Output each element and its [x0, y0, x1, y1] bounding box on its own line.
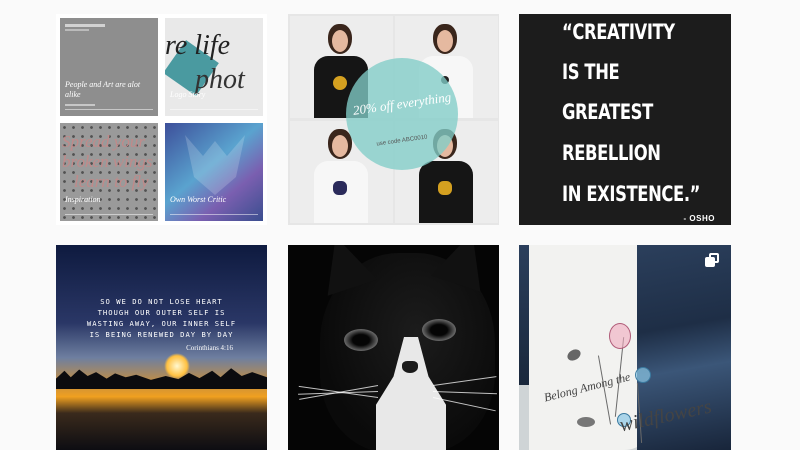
card-divider: [65, 214, 153, 215]
post-flower-shirt[interactable]: Belong Among the wildflowers: [519, 245, 731, 450]
quote-line: REBELLION: [562, 141, 661, 165]
model-face: [437, 30, 453, 52]
collage-card-worst-critic: Own Worst Critic: [165, 123, 263, 221]
post-cat-photo[interactable]: [288, 245, 499, 450]
treeline: [56, 368, 267, 389]
quote-line: IS THE: [562, 60, 620, 84]
shirt-print: [333, 181, 347, 195]
collage-card-logo-story: re life phot Logo Story: [165, 18, 263, 116]
post-blog-collage[interactable]: People and Art are alot alike re life ph…: [56, 14, 267, 225]
verse-line: SO WE DO NOT LOSE HEART: [100, 297, 223, 306]
overlay-word: Spread your: [62, 132, 145, 151]
promo-text: 20% off everything: [351, 89, 453, 118]
quote-line: GREATEST: [562, 100, 653, 124]
card-divider: [170, 214, 258, 215]
quote-line: “CREATIVITY: [562, 20, 675, 44]
quote-line: IN EXISTENCE.”: [562, 182, 701, 206]
verse-line: THOUGH OUR OUTER SELF IS: [97, 308, 226, 317]
post-verse[interactable]: SO WE DO NOT LOSE HEART THOUGH OUR OUTER…: [56, 245, 267, 450]
multiple-photos-icon: [705, 253, 719, 267]
overlay-word: broken wings: [62, 152, 153, 171]
collage-caption: Logo Story: [170, 90, 206, 99]
post-grid: People and Art are alot alike re life ph…: [0, 0, 800, 450]
cat-eye-left: [344, 329, 378, 351]
card-divider: [65, 109, 153, 110]
blue-flower: [635, 367, 651, 383]
card-divider: [170, 109, 258, 110]
shirt-print: [438, 181, 452, 195]
card-footer-text: [65, 104, 95, 106]
model-face: [332, 30, 348, 52]
collage-card-inspiration: Spread your broken wings learn to fly In…: [60, 123, 158, 221]
post-tshirt-promo[interactable]: 20% off everything use code ABC0010: [288, 14, 499, 225]
pink-flower: [609, 323, 631, 349]
overlay-word: re life: [165, 30, 231, 61]
quote-author: - OSHO: [683, 214, 715, 223]
verse-line: IS BEING RENEWED DAY BY DAY: [89, 330, 234, 339]
cat-shape: [185, 135, 245, 195]
post-quote[interactable]: “CREATIVITY IS THE GREATEST REBELLION IN…: [519, 14, 731, 225]
overlay-word: learn to fly: [74, 172, 149, 191]
icon-square-front: [705, 257, 715, 267]
verse-line: WASTING AWAY, OUR INNER SELF: [86, 319, 237, 328]
promo-circle: 20% off everything use code ABC0010: [346, 58, 458, 170]
shirt-print: [333, 76, 347, 90]
butterfly-drawing: [577, 417, 595, 427]
collage-caption: People and Art are alot alike: [65, 80, 141, 99]
promo-code: use code ABC0010: [376, 134, 428, 148]
verse-reference: Corinthians 4:16: [186, 344, 233, 352]
collage-caption: Inspiration: [65, 195, 101, 204]
card-meta-bar: [65, 29, 89, 31]
card-meta-bar: [65, 24, 105, 27]
collage-card-people-art: People and Art are alot alike: [60, 18, 158, 116]
cat-nose: [402, 361, 418, 373]
cat-eye-right: [422, 319, 456, 341]
collage-caption: Own Worst Critic: [170, 195, 227, 204]
